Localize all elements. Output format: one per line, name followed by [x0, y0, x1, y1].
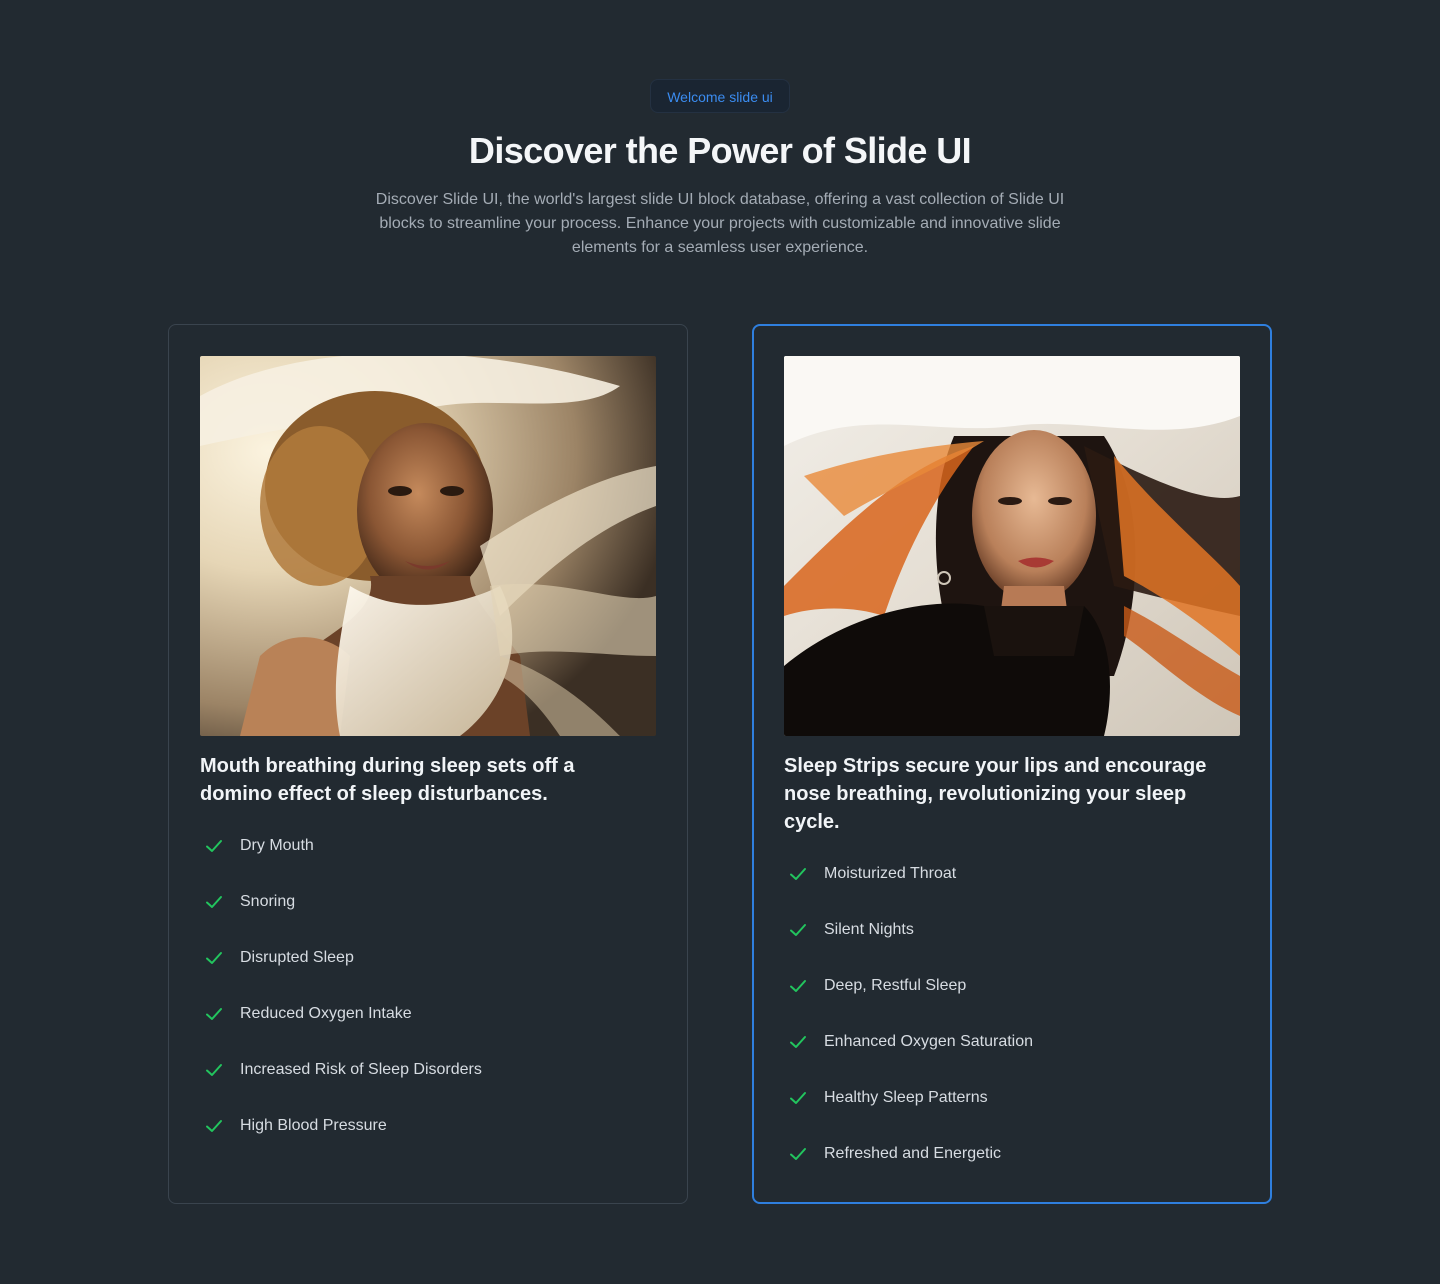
check-icon	[202, 1002, 226, 1026]
list-item: Reduced Oxygen Intake	[200, 986, 656, 1042]
list-item: Increased Risk of Sleep Disorders	[200, 1042, 656, 1098]
feature-label: Disrupted Sleep	[240, 949, 354, 966]
page-title: Discover the Power of Slide UI	[468, 130, 972, 171]
list-item: Healthy Sleep Patterns	[784, 1070, 1240, 1126]
list-item: Refreshed and Energetic	[784, 1126, 1240, 1182]
check-icon	[202, 1114, 226, 1138]
feature-list: Moisturized Throat Silent Nights Deep, R…	[784, 846, 1240, 1182]
feature-label: Silent Nights	[824, 921, 914, 938]
card-image	[784, 356, 1240, 736]
hero-section: Welcome slide ui Discover the Power of S…	[0, 79, 1440, 260]
card-image	[200, 356, 656, 736]
check-icon	[786, 1030, 810, 1054]
list-item: Dry Mouth	[200, 818, 656, 874]
portrait-image-windblown-hair	[784, 356, 1240, 736]
list-item: Snoring	[200, 874, 656, 930]
feature-label: Increased Risk of Sleep Disorders	[240, 1061, 482, 1078]
page: Welcome slide ui Discover the Power of S…	[0, 0, 1440, 1284]
list-item: Disrupted Sleep	[200, 930, 656, 986]
comparison-card-solution: Sleep Strips secure your lips and encour…	[752, 324, 1272, 1204]
feature-label: High Blood Pressure	[240, 1117, 387, 1134]
check-icon	[786, 1142, 810, 1166]
welcome-badge: Welcome slide ui	[650, 79, 790, 113]
check-icon	[786, 974, 810, 998]
check-icon	[202, 946, 226, 970]
feature-label: Healthy Sleep Patterns	[824, 1089, 988, 1106]
feature-label: Moisturized Throat	[824, 865, 957, 882]
feature-label: Deep, Restful Sleep	[824, 977, 967, 994]
check-icon	[202, 834, 226, 858]
check-icon	[202, 1058, 226, 1082]
list-item: Enhanced Oxygen Saturation	[784, 1014, 1240, 1070]
feature-label: Dry Mouth	[240, 837, 314, 854]
list-item: Silent Nights	[784, 902, 1240, 958]
list-item: Moisturized Throat	[784, 846, 1240, 902]
hero-description: Discover Slide UI, the world's largest s…	[375, 191, 1065, 256]
check-icon	[786, 1086, 810, 1110]
card-heading: Sleep Strips secure your lips and encour…	[784, 755, 1207, 833]
check-icon	[786, 918, 810, 942]
card-heading: Mouth breathing during sleep sets off a …	[200, 755, 575, 805]
list-item: Deep, Restful Sleep	[784, 958, 1240, 1014]
list-item: High Blood Pressure	[200, 1098, 656, 1154]
feature-label: Reduced Oxygen Intake	[240, 1005, 412, 1022]
portrait-image-curly-hair	[200, 356, 656, 736]
feature-label: Snoring	[240, 893, 296, 910]
check-icon	[202, 890, 226, 914]
comparison-card-problem: Mouth breathing during sleep sets off a …	[168, 324, 688, 1204]
feature-label: Refreshed and Energetic	[824, 1145, 1001, 1162]
feature-label: Enhanced Oxygen Saturation	[824, 1033, 1034, 1050]
feature-list: Dry Mouth Snoring Disrupted Sleep Reduce…	[200, 818, 656, 1154]
check-icon	[786, 862, 810, 886]
